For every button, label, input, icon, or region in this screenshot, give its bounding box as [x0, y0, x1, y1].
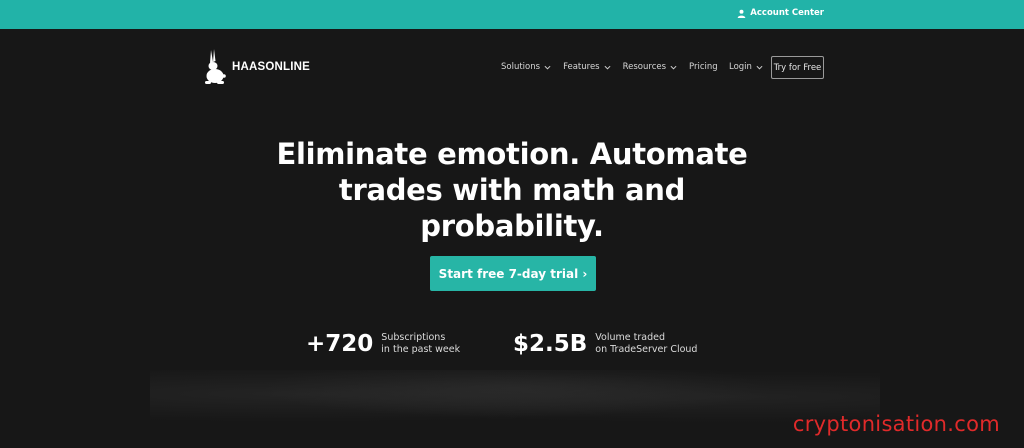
watermark: cryptonisation.com	[792, 412, 1000, 436]
nav-menu: Solutions Features Resources Pricing	[501, 62, 730, 72]
chevron-down-icon	[604, 65, 611, 70]
start-trial-button[interactable]: Start free 7-day trial ›	[430, 256, 596, 291]
brand-logo[interactable]: HAASONLINE	[202, 49, 310, 85]
main-navigation: HAASONLINE Solutions Features Resources …	[0, 29, 1024, 109]
nav-item-features[interactable]: Features	[563, 62, 611, 72]
nav-item-pricing[interactable]: Pricing	[689, 62, 718, 72]
stat-label-line: on TradeServer Cloud	[595, 344, 698, 355]
stat-volume: $2.5B Volume traded on TradeServer Cloud	[513, 331, 697, 357]
hero-headline: Eliminate emotion. Automate trades with …	[276, 137, 748, 243]
stat-value: +720	[306, 331, 374, 357]
nav-item-solutions[interactable]: Solutions	[501, 62, 551, 72]
account-center-label: Account Center	[750, 8, 824, 18]
rabbit-logo-icon	[205, 49, 226, 84]
nav-item-resources[interactable]: Resources	[623, 62, 677, 72]
stat-value: $2.5B	[513, 331, 588, 357]
nav-item-label: Pricing	[689, 62, 718, 72]
top-utility-bar: Account Center	[0, 0, 1024, 29]
chevron-down-icon	[756, 65, 763, 70]
stat-label-line: Subscriptions	[381, 332, 446, 343]
stat-label: Volume traded on TradeServer Cloud	[595, 332, 697, 356]
account-center-link[interactable]: Account Center	[737, 8, 824, 18]
nav-item-label: Solutions	[501, 62, 541, 72]
stat-label-line: in the past week	[381, 344, 461, 355]
user-icon	[738, 9, 746, 18]
try-for-free-button[interactable]: Try for Free	[771, 56, 824, 79]
stat-label-line: Volume traded	[595, 332, 665, 343]
chevron-down-icon	[544, 65, 551, 70]
nav-item-label: Features	[563, 62, 600, 72]
login-label: Login	[729, 62, 752, 72]
nav-item-label: Resources	[622, 62, 667, 72]
stat-label: Subscriptions in the past week	[381, 332, 460, 356]
chevron-down-icon	[670, 65, 677, 70]
brand-name: HAASONLINE	[232, 61, 311, 73]
login-dropdown[interactable]: Login	[729, 62, 763, 72]
page: Account Center HAASONLINE Solutions Feat…	[0, 0, 1024, 448]
decorative-fade	[150, 370, 880, 430]
stat-subscriptions: +720 Subscriptions in the past week	[306, 331, 460, 357]
